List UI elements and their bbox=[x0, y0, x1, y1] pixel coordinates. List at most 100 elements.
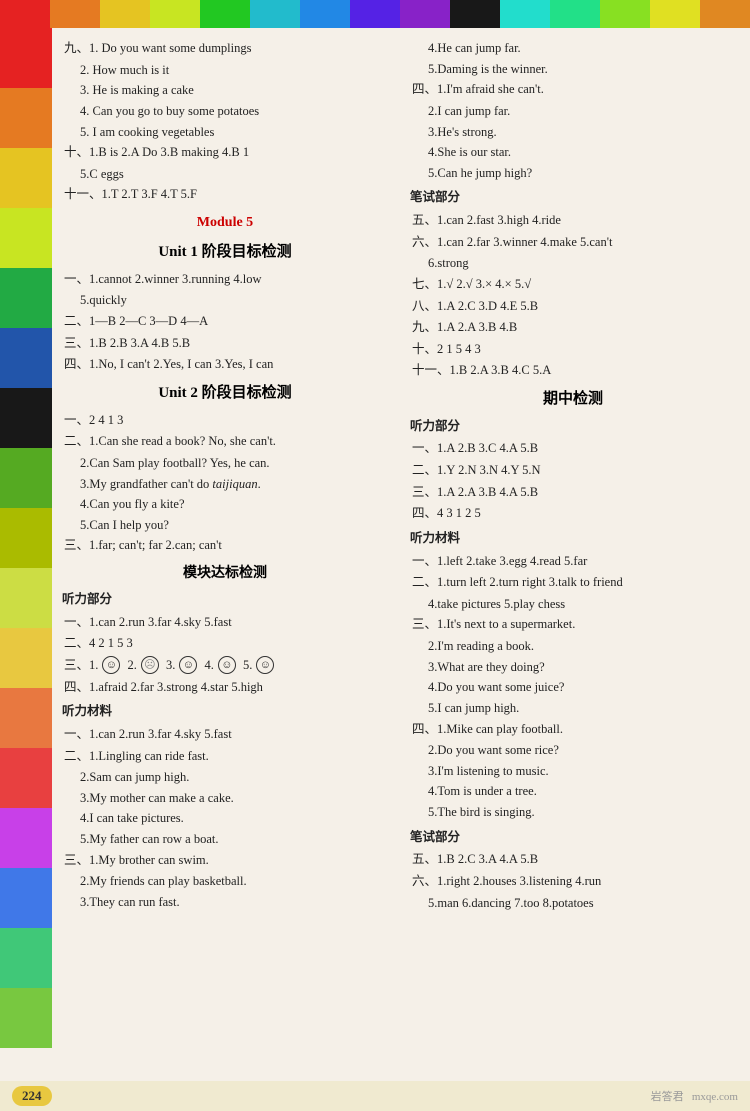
tingliwucai-title: 听力材料 bbox=[62, 701, 390, 722]
mkd-item4: 四、1.afraid 2.far 3.strong 4.star 5.high bbox=[64, 677, 390, 698]
u2-item2-2: 2.Can Sam play football? Yes, he can. bbox=[80, 453, 390, 474]
tlwc-item3: 三、1.My brother can swim. bbox=[64, 850, 390, 871]
r-tlm3-3: 3.What are they doing? bbox=[428, 657, 738, 678]
r-tlm3: 三、1.It's next to a supermarket. bbox=[412, 614, 738, 635]
mokuai-title: 模块达标检测 bbox=[60, 562, 390, 585]
tlwc-item3-3: 3.They can run fast. bbox=[80, 892, 390, 913]
r-tl3: 三、1.A 2.A 3.B 4.A 5.B bbox=[412, 482, 738, 503]
stripe-1 bbox=[0, 0, 50, 28]
r-tl2: 二、1.Y 2.N 3.N 4.Y 5.N bbox=[412, 460, 738, 481]
item-9-2: 2. How much is it bbox=[80, 60, 390, 81]
stripe-7 bbox=[300, 0, 350, 28]
stripe-14 bbox=[650, 0, 700, 28]
stripe-10 bbox=[450, 0, 500, 28]
tlwc-item2: 二、1.Lingling can ride fast. bbox=[64, 746, 390, 767]
r-tlm3-5: 5.I can jump high. bbox=[428, 698, 738, 719]
smiley-3: ☺ bbox=[179, 656, 197, 674]
r-tl-material-title: 听力材料 bbox=[410, 528, 738, 549]
left-tab-12 bbox=[0, 688, 52, 748]
tlwc-item3-2: 2.My friends can play basketball. bbox=[80, 871, 390, 892]
mkd-item3: 三、1.☺ 2.☹ 3.☺ 4.☺ 5.☺ bbox=[64, 655, 390, 676]
unit1-title: Unit 1 阶段目标检测 bbox=[60, 240, 390, 265]
u2-item2-3: 3.My grandfather can't do taijiquan. bbox=[80, 474, 390, 495]
r-tlm4: 四、1.Mike can play football. bbox=[412, 719, 738, 740]
tlwc-item2-5: 5.My father can row a boat. bbox=[80, 829, 390, 850]
r-bs-5: 五、1.B 2.C 3.A 4.A 5.B bbox=[412, 849, 738, 870]
right-column: 4.He can jump far. 5.Daming is the winne… bbox=[404, 30, 742, 1081]
stripe-2 bbox=[50, 0, 100, 28]
r-bs9: 九、1.A 2.A 3.B 4.B bbox=[412, 317, 738, 338]
r-tlm2: 二、1.turn left 2.turn right 3.talk to fri… bbox=[412, 572, 738, 593]
r-tlm3-4: 4.Do you want some juice? bbox=[428, 677, 738, 698]
left-tabs bbox=[0, 28, 52, 1048]
u1-item3: 三、1.B 2.B 3.A 4.B 5.B bbox=[64, 333, 390, 354]
smiley-1: ☺ bbox=[102, 656, 120, 674]
stripe-3 bbox=[100, 0, 150, 28]
r-si4-4: 4.She is our star. bbox=[428, 142, 738, 163]
item-9-3: 3. He is making a cake bbox=[80, 80, 390, 101]
item-10-5: 5.C eggs bbox=[80, 164, 390, 185]
stripe-15 bbox=[700, 0, 750, 28]
r-tl4: 四、4 3 1 2 5 bbox=[412, 503, 738, 524]
item-10: 十、1.B is 2.A Do 3.B making 4.B 1 bbox=[64, 142, 390, 163]
watermark: 岩答君 mxqe.com bbox=[651, 1088, 738, 1104]
r-bs11: 十一、1.B 2.A 3.B 4.C 5.A bbox=[412, 360, 738, 381]
r-bs-6: 六、1.right 2.houses 3.listening 4.run bbox=[412, 871, 738, 892]
stripe-9 bbox=[400, 0, 450, 28]
r-tlm3-2: 2.I'm reading a book. bbox=[428, 636, 738, 657]
item-9-5: 5. I am cooking vegetables bbox=[80, 122, 390, 143]
r-tlm2-4: 4.take pictures 5.play chess bbox=[428, 594, 738, 615]
tinglibufen-title: 听力部分 bbox=[62, 589, 390, 610]
r-item-4: 4.He can jump far. bbox=[428, 38, 738, 59]
left-tab-6 bbox=[0, 328, 52, 388]
u2-item2-5: 5.Can I help you? bbox=[80, 515, 390, 536]
r-si4: 四、1.I'm afraid she can't. bbox=[412, 79, 738, 100]
item-9: 九、1. Do you want some dumplings bbox=[64, 38, 390, 59]
tlwc-item2-3: 3.My mother can make a cake. bbox=[80, 788, 390, 809]
u1-item2: 二、1—B 2—C 3—D 4—A bbox=[64, 311, 390, 332]
bottom-bar: 224 岩答君 mxqe.com bbox=[0, 1081, 750, 1111]
r-tlm4-4: 4.Tom is under a tree. bbox=[428, 781, 738, 802]
r-tlm1: 一、1.left 2.take 3.egg 4.read 5.far bbox=[412, 551, 738, 572]
left-tab-11 bbox=[0, 628, 52, 688]
rainbow-bar bbox=[0, 0, 750, 28]
mkd-item2: 二、4 2 1 5 3 bbox=[64, 633, 390, 654]
tlwc-item2-2: 2.Sam can jump high. bbox=[80, 767, 390, 788]
tlwc-item1: 一、1.can 2.run 3.far 4.sky 5.fast bbox=[64, 724, 390, 745]
r-bs7: 七、1.√ 2.√ 3.× 4.× 5.√ bbox=[412, 274, 738, 295]
r-tl1: 一、1.A 2.B 3.C 4.A 5.B bbox=[412, 438, 738, 459]
stripe-4 bbox=[150, 0, 200, 28]
stripe-5 bbox=[200, 0, 250, 28]
left-tab-13 bbox=[0, 748, 52, 808]
item-11: 十一、1.T 2.T 3.F 4.T 5.F bbox=[64, 184, 390, 205]
left-column: 九、1. Do you want some dumplings 2. How m… bbox=[56, 30, 394, 1081]
u2-item2: 二、1.Can she read a book? No, she can't. bbox=[64, 431, 390, 452]
u1-item1: 一、1.cannot 2.winner 3.running 4.low bbox=[64, 269, 390, 290]
r-bs6: 六、1.can 2.far 3.winner 4.make 5.can't bbox=[412, 232, 738, 253]
stripe-11 bbox=[500, 0, 550, 28]
tlwc-item2-4: 4.I can take pictures. bbox=[80, 808, 390, 829]
r-bs8: 八、1.A 2.C 3.D 4.E 5.B bbox=[412, 296, 738, 317]
left-tab-4 bbox=[0, 208, 52, 268]
left-tab-5 bbox=[0, 268, 52, 328]
smiley-2: ☹ bbox=[141, 656, 159, 674]
smiley-5: ☺ bbox=[256, 656, 274, 674]
left-tab-9 bbox=[0, 508, 52, 568]
left-tab-10 bbox=[0, 568, 52, 628]
r-tingli-title: 听力部分 bbox=[410, 416, 738, 437]
left-tab-8 bbox=[0, 448, 52, 508]
r-item-5: 5.Daming is the winner. bbox=[428, 59, 738, 80]
unit2-title: Unit 2 阶段目标检测 bbox=[60, 381, 390, 406]
r-bs6-6: 6.strong bbox=[428, 253, 738, 274]
u2-item2-4: 4.Can you fly a kite? bbox=[80, 494, 390, 515]
page-number: 224 bbox=[12, 1086, 52, 1106]
r-bishi-title: 笔试部分 bbox=[410, 827, 738, 848]
left-tab-15 bbox=[0, 868, 52, 928]
left-tab-7 bbox=[0, 388, 52, 448]
left-tab-14 bbox=[0, 808, 52, 868]
left-tab-16 bbox=[0, 928, 52, 988]
u2-item3: 三、1.far; can't; far 2.can; can't bbox=[64, 535, 390, 556]
item-9-4: 4. Can you go to buy some potatoes bbox=[80, 101, 390, 122]
qizhong-title: 期中检测 bbox=[408, 387, 738, 412]
main-content: 九、1. Do you want some dumplings 2. How m… bbox=[56, 30, 742, 1081]
